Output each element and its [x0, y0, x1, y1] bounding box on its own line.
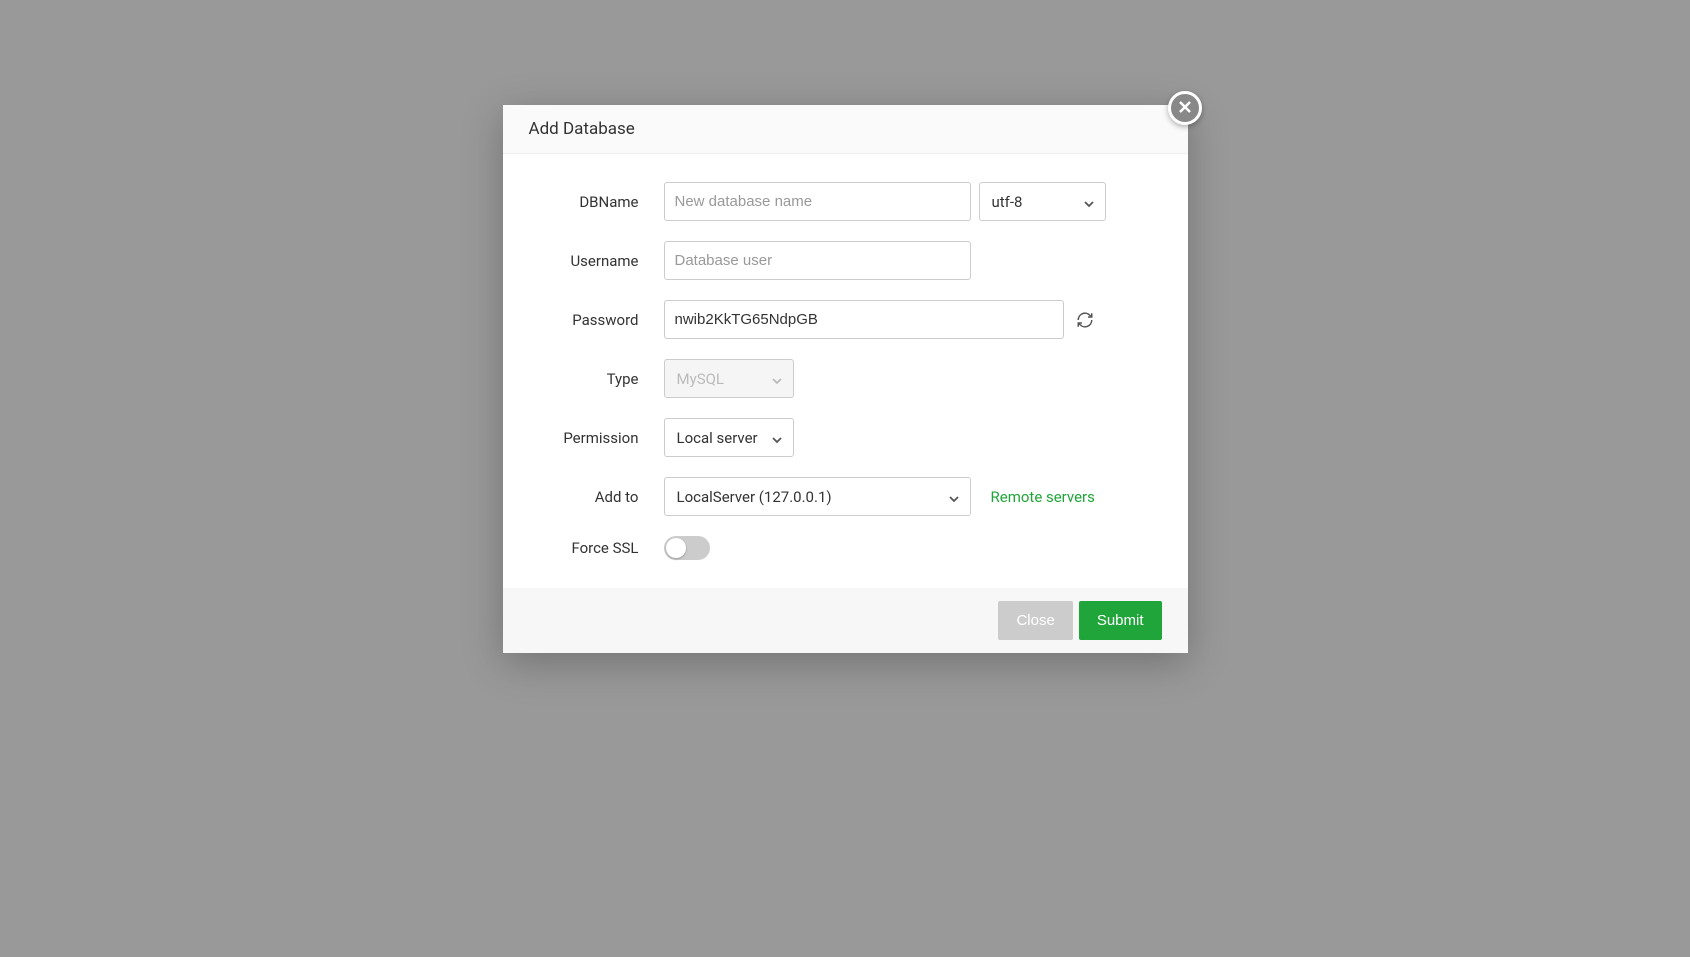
forcessl-toggle[interactable]	[664, 536, 710, 560]
row-dbname: DBName utf-8	[529, 182, 1162, 221]
type-select: MySQL	[664, 359, 794, 398]
dbname-input[interactable]	[664, 182, 971, 221]
password-input[interactable]	[664, 300, 1064, 339]
addto-select-value: LocalServer (127.0.0.1)	[677, 488, 832, 506]
label-dbname: DBName	[529, 193, 664, 211]
close-button[interactable]: Close	[998, 601, 1072, 640]
label-username: Username	[529, 252, 664, 270]
submit-button[interactable]: Submit	[1079, 601, 1162, 640]
modal-footer: Close Submit	[503, 588, 1188, 653]
label-password: Password	[529, 311, 664, 329]
row-forcessl: Force SSL	[529, 536, 1162, 560]
add-database-modal: Add Database DBName utf-8 Username Pas	[503, 105, 1188, 653]
row-password: Password	[529, 300, 1162, 339]
close-icon	[1178, 99, 1192, 118]
row-username: Username	[529, 241, 1162, 280]
permission-select-value: Local server	[677, 429, 758, 447]
permission-select[interactable]: Local server	[664, 418, 794, 457]
row-addto: Add to LocalServer (127.0.0.1) Remote se…	[529, 477, 1162, 516]
modal-header: Add Database	[503, 105, 1188, 154]
username-input[interactable]	[664, 241, 971, 280]
label-forcessl: Force SSL	[529, 539, 664, 557]
row-type: Type MySQL	[529, 359, 1162, 398]
addto-select[interactable]: LocalServer (127.0.0.1)	[664, 477, 971, 516]
label-permission: Permission	[529, 429, 664, 447]
chevron-down-icon	[1083, 196, 1095, 208]
remote-servers-link[interactable]: Remote servers	[991, 488, 1095, 506]
modal-close-x-button[interactable]	[1168, 91, 1202, 125]
charset-select-value: utf-8	[992, 193, 1023, 211]
chevron-down-icon	[771, 432, 783, 444]
label-addto: Add to	[529, 488, 664, 506]
toggle-knob	[666, 538, 686, 558]
row-permission: Permission Local server	[529, 418, 1162, 457]
chevron-down-icon	[771, 373, 783, 385]
modal-title: Add Database	[529, 119, 635, 139]
modal-body: DBName utf-8 Username Password	[503, 154, 1188, 588]
chevron-down-icon	[948, 491, 960, 503]
charset-select[interactable]: utf-8	[979, 182, 1106, 221]
type-select-value: MySQL	[677, 370, 725, 388]
regenerate-password-button[interactable]	[1076, 311, 1094, 329]
label-type: Type	[529, 370, 664, 388]
